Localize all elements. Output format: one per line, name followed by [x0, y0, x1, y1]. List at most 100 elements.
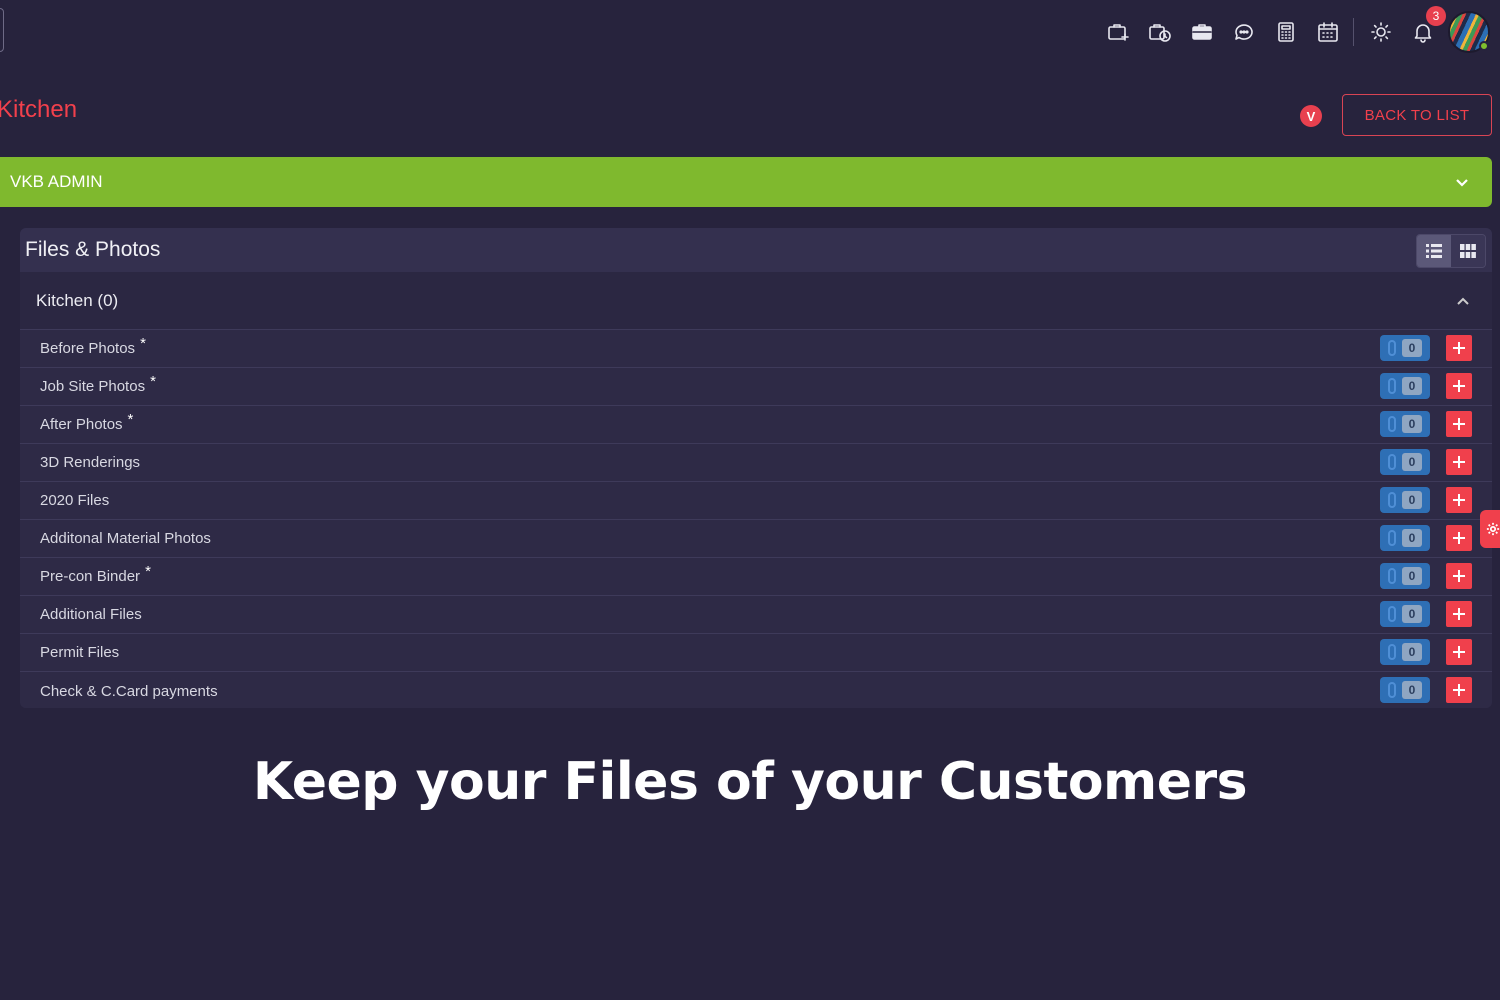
required-marker: *: [145, 563, 151, 580]
bell-icon[interactable]: 3: [1402, 6, 1446, 52]
brightness-icon[interactable]: [1360, 12, 1402, 52]
notification-badge: 3: [1426, 6, 1446, 26]
add-job-icon[interactable]: [1097, 12, 1139, 52]
file-category-row: Check & C.Card payments 0: [20, 672, 1492, 708]
plus-icon: [1453, 570, 1465, 582]
add-file-button[interactable]: [1446, 411, 1472, 437]
avatar[interactable]: [1448, 11, 1490, 53]
panel-header: Files & Photos: [20, 228, 1492, 272]
files-photos-panel: Files & Photos Kitchen (0) Before Photos…: [20, 228, 1492, 708]
file-count-button[interactable]: 0: [1380, 373, 1430, 399]
file-category-label: Check & C.Card payments: [40, 682, 218, 700]
file-category-label: Job Site Photos: [40, 378, 146, 395]
file-count-button[interactable]: 0: [1380, 411, 1430, 437]
file-count-button[interactable]: 0: [1380, 525, 1430, 551]
view-toggle: [1416, 234, 1486, 268]
required-marker: *: [140, 335, 146, 352]
file-category-row: Permit Files 0: [20, 634, 1492, 672]
plus-icon: [1453, 456, 1465, 468]
paperclip-icon: [1388, 454, 1396, 470]
file-count: 0: [1402, 567, 1422, 585]
kitchen-section-header[interactable]: Kitchen (0): [20, 272, 1492, 330]
toolbar-divider: [1353, 18, 1354, 46]
add-file-button[interactable]: [1446, 335, 1472, 361]
add-file-button[interactable]: [1446, 563, 1472, 589]
plus-icon: [1453, 646, 1465, 658]
file-count: 0: [1402, 681, 1422, 699]
paperclip-icon: [1388, 340, 1396, 356]
add-file-button[interactable]: [1446, 639, 1472, 665]
file-category-label: 3D Renderings: [40, 454, 141, 471]
file-category-row: Additonal Material Photos 0: [20, 520, 1492, 558]
plus-icon: [1453, 684, 1465, 696]
plus-icon: [1453, 418, 1465, 430]
grid-view-icon[interactable]: [1451, 235, 1485, 267]
file-count: 0: [1402, 339, 1422, 357]
paperclip-icon: [1388, 682, 1396, 698]
file-count-button[interactable]: 0: [1380, 563, 1430, 589]
file-category-label: Additonal Material Photos: [40, 530, 211, 547]
settings-side-tab[interactable]: [1480, 510, 1500, 548]
file-category-row: Job Site Photos * 0: [20, 368, 1492, 406]
file-count-button[interactable]: 0: [1380, 487, 1430, 513]
paperclip-icon: [1388, 378, 1396, 394]
chevron-up-icon[interactable]: [1456, 294, 1470, 313]
plus-icon: [1453, 380, 1465, 392]
back-to-list-button[interactable]: BACK TO LIST: [1342, 94, 1492, 136]
file-count-button[interactable]: 0: [1380, 449, 1430, 475]
file-count-button[interactable]: 0: [1380, 677, 1430, 703]
plus-icon: [1453, 494, 1465, 506]
file-category-label: Before Photos: [40, 340, 136, 357]
section-title: Kitchen (0): [36, 290, 119, 310]
online-status-dot: [1479, 41, 1489, 51]
chevron-down-icon[interactable]: [1454, 174, 1470, 195]
vkb-admin-accordion[interactable]: VKB ADMIN: [0, 157, 1492, 207]
add-file-button[interactable]: [1446, 601, 1472, 627]
file-count-button[interactable]: 0: [1380, 639, 1430, 665]
job-schedule-icon[interactable]: [1139, 12, 1181, 52]
gear-icon: [1486, 522, 1500, 536]
vendor-badge[interactable]: V: [1300, 105, 1322, 127]
file-category-row: Additional Files 0: [20, 596, 1492, 634]
file-count: 0: [1402, 377, 1422, 395]
calculator-icon[interactable]: [1265, 12, 1307, 52]
file-category-label: Permit Files: [40, 644, 120, 661]
top-toolbar: 3: [1097, 6, 1490, 53]
file-category-row: Pre-con Binder * 0: [20, 558, 1492, 596]
file-count-button[interactable]: 0: [1380, 335, 1430, 361]
add-file-button[interactable]: [1446, 449, 1472, 475]
paperclip-icon: [1388, 416, 1396, 432]
sidebar-toggle[interactable]: [0, 8, 4, 52]
plus-icon: [1453, 608, 1465, 620]
file-category-label: 2020 Files: [40, 492, 110, 509]
chat-icon[interactable]: [1223, 12, 1265, 52]
file-category-label: Additional Files: [40, 606, 142, 623]
file-category-row: Before Photos * 0: [20, 330, 1492, 368]
page-title: Kitchen: [0, 96, 78, 123]
file-count: 0: [1402, 491, 1422, 509]
add-file-button[interactable]: [1446, 487, 1472, 513]
file-count: 0: [1402, 453, 1422, 471]
panel-title: Files & Photos: [25, 238, 161, 261]
accordion-label: VKB ADMIN: [10, 172, 103, 191]
add-file-button[interactable]: [1446, 525, 1472, 551]
file-category-list: Before Photos * 0 Job Site Photos * 0 After Ph…: [20, 330, 1492, 708]
file-count-button[interactable]: 0: [1380, 601, 1430, 627]
plus-icon: [1453, 342, 1465, 354]
required-marker: *: [127, 411, 134, 428]
paperclip-icon: [1388, 530, 1396, 546]
file-category-row: 3D Renderings 0: [20, 444, 1492, 482]
paperclip-icon: [1388, 644, 1396, 660]
file-count: 0: [1402, 529, 1422, 547]
add-file-button[interactable]: [1446, 373, 1472, 399]
calendar-icon[interactable]: [1307, 12, 1349, 52]
file-category-row: 2020 Files 0: [20, 482, 1492, 520]
list-view-icon[interactable]: [1417, 235, 1451, 267]
file-count: 0: [1402, 415, 1422, 433]
briefcase-icon[interactable]: [1181, 12, 1223, 52]
add-file-button[interactable]: [1446, 677, 1472, 703]
file-category-row: After Photos * 0: [20, 406, 1492, 444]
promo-caption: Keep your Files of your Customers: [252, 752, 1248, 812]
file-count: 0: [1402, 605, 1422, 623]
file-count: 0: [1402, 643, 1422, 661]
